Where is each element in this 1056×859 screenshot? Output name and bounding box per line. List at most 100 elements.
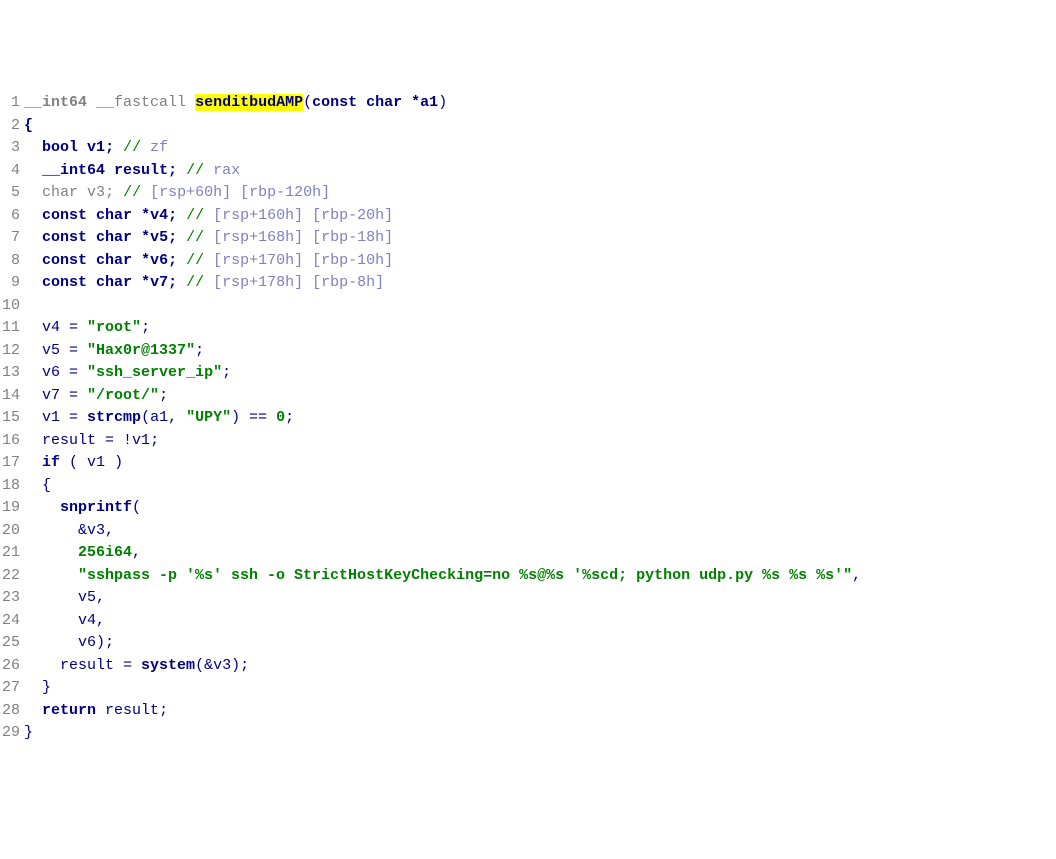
token: 256i64 bbox=[78, 544, 132, 561]
code-line[interactable]: 14 v7 = "/root/"; bbox=[0, 385, 1056, 408]
token: v6 bbox=[42, 364, 60, 381]
code-content[interactable]: v5, bbox=[24, 587, 1056, 610]
code-content[interactable]: v1 = strcmp(a1, "UPY") == 0; bbox=[24, 407, 1056, 430]
code-line[interactable]: 6 const char *v4; // [rsp+160h] [rbp-20h… bbox=[0, 205, 1056, 228]
code-content[interactable]: v7 = "/root/"; bbox=[24, 385, 1056, 408]
token: result bbox=[60, 657, 114, 674]
code-line[interactable]: 20 &v3, bbox=[0, 520, 1056, 543]
code-line[interactable]: 7 const char *v5; // [rsp+168h] [rbp-18h… bbox=[0, 227, 1056, 250]
token bbox=[87, 229, 96, 246]
code-line[interactable]: 25 v6); bbox=[0, 632, 1056, 655]
code-line[interactable]: 22 "sshpass -p '%s' ssh -o StrictHostKey… bbox=[0, 565, 1056, 588]
token bbox=[24, 612, 78, 629]
token bbox=[24, 657, 60, 674]
code-line[interactable]: 21 256i64, bbox=[0, 542, 1056, 565]
line-number: 16 bbox=[0, 430, 24, 453]
code-content[interactable]: { bbox=[24, 475, 1056, 498]
token: // bbox=[186, 229, 213, 246]
line-number: 19 bbox=[0, 497, 24, 520]
token: } bbox=[24, 679, 51, 696]
code-line[interactable]: 4 __int64 result; // rax bbox=[0, 160, 1056, 183]
code-content[interactable]: __int64 result; // rax bbox=[24, 160, 1056, 183]
code-content[interactable]: __int64 __fastcall senditbudAMP(const ch… bbox=[24, 92, 1056, 115]
token: // bbox=[123, 139, 150, 156]
code-line[interactable]: 3 bool v1; // zf bbox=[0, 137, 1056, 160]
code-content[interactable]: return result; bbox=[24, 700, 1056, 723]
token: * bbox=[132, 207, 150, 224]
code-line[interactable]: 5 char v3; // [rsp+60h] [rbp-120h] bbox=[0, 182, 1056, 205]
code-line[interactable]: 12 v5 = "Hax0r@1337"; bbox=[0, 340, 1056, 363]
token: v7 bbox=[150, 274, 168, 291]
code-content[interactable]: 256i64, bbox=[24, 542, 1056, 565]
token: = bbox=[60, 342, 87, 359]
token bbox=[24, 387, 42, 404]
token: "sshpass -p '%s' ssh -o StrictHostKeyChe… bbox=[78, 567, 852, 584]
code-line[interactable]: 19 snprintf( bbox=[0, 497, 1056, 520]
code-content[interactable]: v4, bbox=[24, 610, 1056, 633]
code-content[interactable]: } bbox=[24, 677, 1056, 700]
code-line[interactable]: 15 v1 = strcmp(a1, "UPY") == 0; bbox=[0, 407, 1056, 430]
line-number: 15 bbox=[0, 407, 24, 430]
code-content[interactable]: const char *v6; // [rsp+170h] [rbp-10h] bbox=[24, 250, 1056, 273]
code-line[interactable]: 8 const char *v6; // [rsp+170h] [rbp-10h… bbox=[0, 250, 1056, 273]
code-content[interactable]: const char *v5; // [rsp+168h] [rbp-18h] bbox=[24, 227, 1056, 250]
token: __int64 bbox=[42, 162, 105, 179]
code-content[interactable]: } bbox=[24, 722, 1056, 745]
code-content[interactable]: { bbox=[24, 115, 1056, 138]
code-line[interactable]: 13 v6 = "ssh_server_ip"; bbox=[0, 362, 1056, 385]
code-content[interactable]: v6 = "ssh_server_ip"; bbox=[24, 362, 1056, 385]
code-line[interactable]: 18 { bbox=[0, 475, 1056, 498]
token: // bbox=[186, 162, 213, 179]
code-line[interactable]: 11 v4 = "root"; bbox=[0, 317, 1056, 340]
code-line[interactable]: 28 return result; bbox=[0, 700, 1056, 723]
token: ; bbox=[168, 274, 177, 291]
code-line[interactable]: 17 if ( v1 ) bbox=[0, 452, 1056, 475]
code-content[interactable] bbox=[24, 295, 1056, 318]
token: result bbox=[105, 702, 159, 719]
token bbox=[24, 589, 78, 606]
token: "ssh_server_ip" bbox=[87, 364, 222, 381]
token: __fastcall bbox=[96, 94, 186, 111]
line-number: 5 bbox=[0, 182, 24, 205]
token: v1 bbox=[87, 139, 105, 156]
code-line[interactable]: 29} bbox=[0, 722, 1056, 745]
token bbox=[24, 432, 42, 449]
token: v5 bbox=[78, 589, 96, 606]
token: ; bbox=[150, 432, 159, 449]
code-content[interactable]: v6); bbox=[24, 632, 1056, 655]
token: a1 bbox=[420, 94, 438, 111]
code-line[interactable]: 27 } bbox=[0, 677, 1056, 700]
token bbox=[177, 274, 186, 291]
code-content[interactable]: v5 = "Hax0r@1337"; bbox=[24, 340, 1056, 363]
code-line[interactable]: 23 v5, bbox=[0, 587, 1056, 610]
code-line[interactable]: 9 const char *v7; // [rsp+178h] [rbp-8h] bbox=[0, 272, 1056, 295]
line-number: 7 bbox=[0, 227, 24, 250]
code-line[interactable]: 1__int64 __fastcall senditbudAMP(const c… bbox=[0, 92, 1056, 115]
code-line[interactable]: 10 bbox=[0, 295, 1056, 318]
code-line[interactable]: 16 result = !v1; bbox=[0, 430, 1056, 453]
code-content[interactable]: "sshpass -p '%s' ssh -o StrictHostKeyChe… bbox=[24, 565, 1056, 588]
code-content[interactable]: bool v1; // zf bbox=[24, 137, 1056, 160]
token: // bbox=[186, 252, 213, 269]
token: v1 bbox=[132, 432, 150, 449]
token: ; bbox=[195, 342, 204, 359]
token bbox=[114, 184, 123, 201]
token bbox=[87, 94, 96, 111]
line-number: 8 bbox=[0, 250, 24, 273]
code-content[interactable]: const char *v4; // [rsp+160h] [rbp-20h] bbox=[24, 205, 1056, 228]
code-content[interactable]: result = !v1; bbox=[24, 430, 1056, 453]
code-content[interactable]: const char *v7; // [rsp+178h] [rbp-8h] bbox=[24, 272, 1056, 295]
code-line[interactable]: 2{ bbox=[0, 115, 1056, 138]
code-content[interactable]: char v3; // [rsp+60h] [rbp-120h] bbox=[24, 182, 1056, 205]
token bbox=[24, 544, 78, 561]
token: ; bbox=[168, 162, 177, 179]
code-viewer: 1__int64 __fastcall senditbudAMP(const c… bbox=[0, 92, 1056, 745]
token: // bbox=[186, 274, 213, 291]
code-content[interactable]: if ( v1 ) bbox=[24, 452, 1056, 475]
token: ; bbox=[168, 207, 177, 224]
code-content[interactable]: &v3, bbox=[24, 520, 1056, 543]
code-content[interactable]: v4 = "root"; bbox=[24, 317, 1056, 340]
code-line[interactable]: 24 v4, bbox=[0, 610, 1056, 633]
line-number: 18 bbox=[0, 475, 24, 498]
code-content[interactable]: snprintf( bbox=[24, 497, 1056, 520]
